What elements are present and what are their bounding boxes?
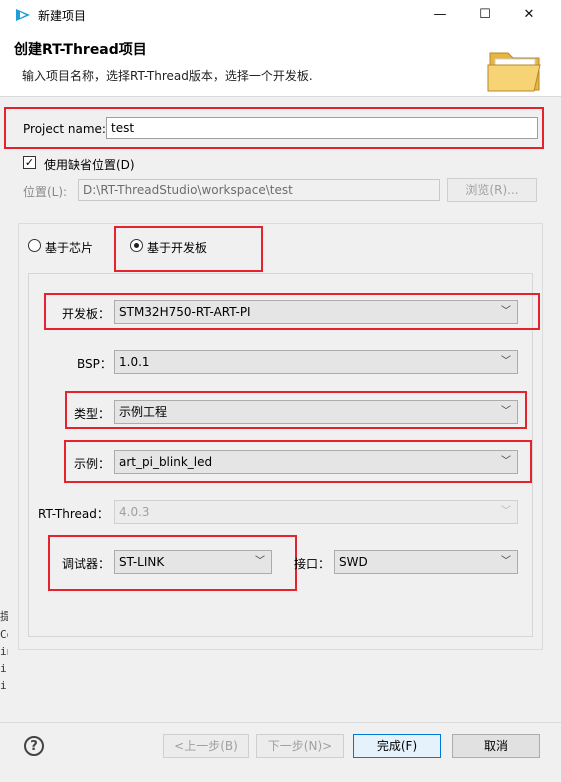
board-mode-radio[interactable]: [130, 239, 143, 252]
wizard-subtitle: 输入项目名称，选择RT-Thread版本，选择一个开发板.: [22, 69, 313, 83]
board-value: STM32H750-RT-ART-PI: [119, 305, 251, 319]
board-label: 开发板：: [62, 307, 111, 321]
chevron-down-icon: ﹀: [501, 406, 511, 417]
bsp-select[interactable]: 1.0.1 ﹀: [114, 350, 518, 374]
example-value: art_pi_blink_led: [119, 455, 213, 469]
interface-label: 接口：: [294, 557, 331, 571]
finish-button[interactable]: 完成(F): [353, 734, 441, 758]
chip-mode-radio[interactable]: [28, 239, 41, 252]
example-select[interactable]: art_pi_blink_led ﹀: [114, 450, 518, 474]
folder-icon: [487, 52, 541, 92]
location-input[interactable]: D:\RT-ThreadStudio\workspace\test: [78, 179, 440, 201]
interface-value: SWD: [339, 555, 368, 569]
background-window-edge: 提 Co in i i: [0, 610, 8, 692]
type-select[interactable]: 示例工程 ﹀: [114, 400, 518, 424]
debugger-label: 调试器：: [62, 557, 111, 571]
bsp-value: 1.0.1: [119, 355, 150, 369]
project-name-label: Project name:: [23, 122, 106, 136]
type-value: 示例工程: [119, 405, 168, 419]
back-button[interactable]: <上一步(B): [163, 734, 249, 758]
debugger-select[interactable]: ST-LINK ﹀: [114, 550, 272, 574]
use-default-location-label: 使用缺省位置(D): [44, 158, 135, 172]
rt-thread-app-icon: [16, 9, 30, 21]
close-button[interactable]: ✕: [518, 5, 540, 25]
type-label: 类型：: [74, 407, 111, 421]
rtthread-version-select[interactable]: 4.0.3 ﹀: [114, 500, 518, 524]
use-default-location-checkbox[interactable]: ✓: [23, 156, 36, 169]
location-label: 位置(L):: [23, 185, 68, 199]
chevron-down-icon: ﹀: [501, 356, 511, 367]
project-name-input[interactable]: test: [106, 117, 538, 139]
chevron-down-icon: ﹀: [501, 506, 511, 517]
chevron-down-icon: ﹀: [255, 556, 265, 567]
wizard-footer: ? <上一步(B) 下一步(N)> 完成(F) 取消: [0, 722, 561, 782]
example-label: 示例：: [74, 457, 111, 471]
board-select[interactable]: STM32H750-RT-ART-PI ﹀: [114, 300, 518, 324]
chevron-down-icon: ﹀: [501, 556, 511, 567]
cancel-button[interactable]: 取消: [452, 734, 540, 758]
window-title: 新建项目: [38, 9, 87, 23]
title-bar: 新建项目 — ☐ ✕: [0, 0, 561, 31]
next-button[interactable]: 下一步(N)>: [256, 734, 344, 758]
wizard-content: Project name: test ✓ 使用缺省位置(D) 位置(L): D:…: [0, 97, 561, 722]
minimize-button[interactable]: —: [429, 5, 451, 25]
chip-mode-label: 基于芯片: [45, 241, 94, 255]
help-icon[interactable]: ?: [24, 736, 44, 756]
wizard-title: 创建RT-Thread项目: [14, 42, 147, 58]
debugger-value: ST-LINK: [119, 555, 165, 569]
rtthread-version-label: RT-Thread：: [38, 507, 109, 521]
bsp-label: BSP：: [77, 357, 112, 371]
chevron-down-icon: ﹀: [501, 306, 511, 317]
browse-button[interactable]: 浏览(R)...: [447, 178, 537, 202]
rtthread-version-value: 4.0.3: [119, 505, 150, 519]
interface-select[interactable]: SWD ﹀: [334, 550, 518, 574]
maximize-button[interactable]: ☐: [474, 5, 496, 25]
chevron-down-icon: ﹀: [501, 456, 511, 467]
wizard-header: 创建RT-Thread项目 输入项目名称，选择RT-Thread版本，选择一个开…: [0, 31, 561, 97]
board-mode-label: 基于开发板: [147, 241, 208, 255]
